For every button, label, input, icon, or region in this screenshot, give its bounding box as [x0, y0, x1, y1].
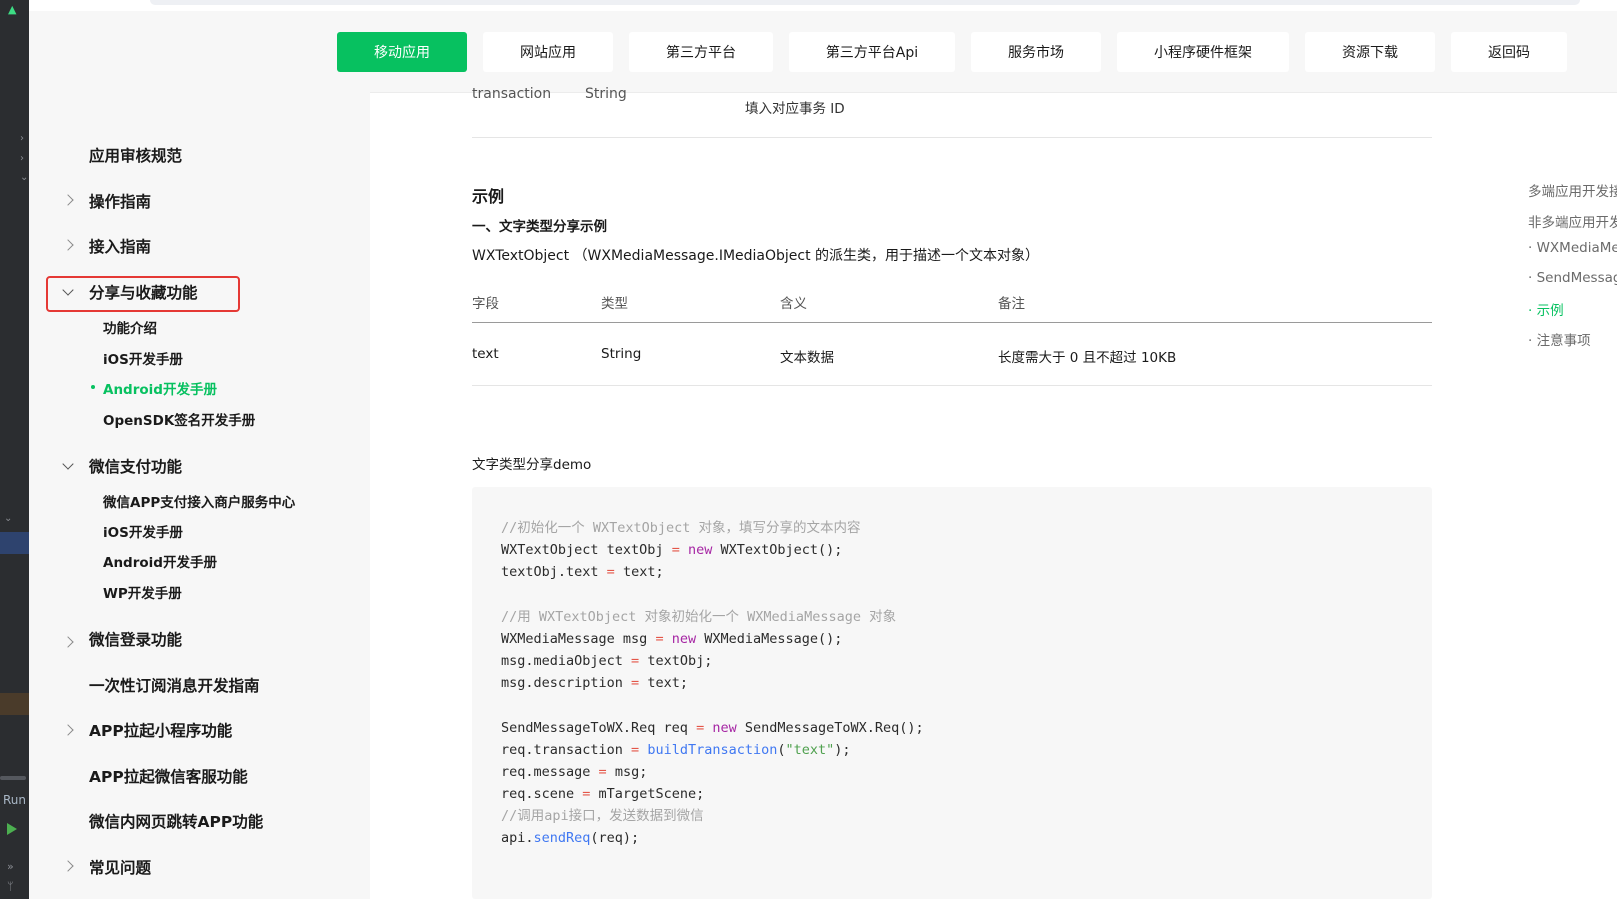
code-line: SendMessageToWX.Req req = new SendMessag…	[501, 720, 924, 736]
sidebar-item-app-review[interactable]: 应用审核规范	[89, 144, 182, 166]
toc-item-example[interactable]: · 示例	[1528, 299, 1564, 319]
table-header-field: 字段	[472, 296, 499, 312]
demo-title: 文字类型分享demo	[472, 457, 592, 473]
nav-service-market[interactable]: 服务市场	[971, 32, 1101, 72]
table-cell-type: String	[601, 346, 642, 362]
toc-item-non-multi-app[interactable]: 非多端应用开发	[1528, 211, 1617, 231]
code-line: msg.mediaObject = textObj;	[501, 653, 713, 669]
sidebar-item-faq[interactable]: 常见问题	[89, 856, 151, 878]
prev-row-type: String	[585, 86, 627, 102]
run-label[interactable]: Run	[3, 793, 26, 807]
sidebar-item-subscribe-message[interactable]: 一次性订阅消息开发指南	[89, 674, 260, 696]
nav-mini-program-hardware[interactable]: 小程序硬件框架	[1117, 32, 1289, 72]
chevron-right-icon[interactable]: ›	[20, 153, 24, 164]
chevron-down-icon[interactable]: ⌄	[20, 172, 28, 183]
android-icon: ▲	[8, 3, 17, 16]
code-comment-1: //初始化一个 WXTextObject 对象，填写分享的文本内容	[501, 517, 861, 539]
toc-item-notes[interactable]: · 注意事项	[1528, 329, 1591, 349]
toc-item-multi-app[interactable]: 多端应用开发接入	[1528, 180, 1617, 200]
chevron-down-icon[interactable]: ⌄	[4, 513, 12, 524]
git-branch-icon[interactable]: ᛘ	[7, 880, 14, 893]
toc-item-sendmessagetowx[interactable]: · SendMessageToWX	[1528, 270, 1617, 286]
table-cell-meaning: 文本数据	[780, 350, 834, 366]
code-comment-text: //初始化一个 WXTextObject 对象，填写分享的文本内容	[501, 520, 861, 536]
address-bar[interactable]	[150, 0, 1580, 5]
code-line: req.transaction = buildTransaction("text…	[501, 742, 851, 758]
table-divider	[472, 137, 1432, 138]
ide-highlight-row	[0, 693, 29, 715]
description-text: WXTextObject （WXMediaMessage.IMediaObjec…	[472, 248, 1040, 264]
code-comment-3: //调用api接口，发送数据到微信	[501, 805, 704, 827]
code-line: req.message = msg;	[501, 764, 648, 780]
table-header-divider	[472, 322, 1432, 323]
subsection-title: 一、文字类型分享示例	[472, 219, 607, 235]
expand-icon[interactable]: »	[7, 860, 14, 873]
table-cell-note: 长度需大于 0 且不超过 10KB	[998, 350, 1177, 366]
section-title: 示例	[472, 187, 505, 206]
ide-selected-row[interactable]	[0, 532, 29, 554]
code-comment-text: //调用api接口，发送数据到微信	[501, 808, 704, 824]
nav-resource-download[interactable]: 资源下载	[1305, 32, 1435, 72]
sidebar-item-launch-mini-program[interactable]: APP拉起小程序功能	[89, 719, 232, 741]
sidebar-item-wechat-pay[interactable]: 微信支付功能	[89, 455, 182, 477]
code-line: WXTextObject textObj = new WXTextObject(…	[501, 542, 843, 558]
sidebar-item-access-guide[interactable]: 接入指南	[89, 235, 151, 257]
code-line: WXMediaMessage msg = new WXMediaMessage(…	[501, 631, 843, 647]
sidebar-subitem-pay-merchant[interactable]: 微信APP支付接入商户服务中心	[103, 491, 295, 511]
nav-return-code[interactable]: 返回码	[1451, 32, 1567, 72]
sidebar-subitem-pay-ios[interactable]: iOS开发手册	[103, 521, 183, 541]
code-line: req.scene = mTargetScene;	[501, 786, 705, 802]
code-line: api.sendReq(req);	[501, 830, 640, 846]
sidebar-subitem-android-manual[interactable]: Android开发手册	[103, 378, 217, 398]
toc-item-wxmediamessage[interactable]: · WXMediaMessage	[1528, 240, 1617, 256]
chevron-right-icon[interactable]: ›	[20, 133, 24, 144]
nav-mobile-app[interactable]: 移动应用	[337, 32, 467, 72]
active-dot-icon	[91, 385, 95, 389]
nav-third-party[interactable]: 第三方平台	[629, 32, 773, 72]
sidebar-item-webpage-jump-app[interactable]: 微信内网页跳转APP功能	[89, 810, 263, 832]
nav-third-party-api[interactable]: 第三方平台Api	[789, 32, 955, 72]
table-header-note: 备注	[998, 296, 1025, 312]
sidebar-item-wechat-login[interactable]: 微信登录功能	[89, 628, 182, 650]
sidebar-subitem-ios-manual[interactable]: iOS开发手册	[103, 348, 183, 368]
prev-row-note: 填入对应事务 ID	[745, 101, 845, 117]
table-header-meaning: 含义	[780, 296, 807, 312]
sidebar-item-customer-service[interactable]: APP拉起微信客服功能	[89, 765, 248, 787]
code-comment-2: //用 WXTextObject 对象初始化一个 WXMediaMessage …	[501, 606, 896, 628]
code-line: textObj.text = text;	[501, 564, 664, 580]
sidebar-item-share-favorite[interactable]: 分享与收藏功能	[89, 281, 198, 303]
sidebar-subitem-feature-intro[interactable]: 功能介绍	[103, 317, 157, 337]
code-line: msg.description = text;	[501, 675, 688, 691]
sidebar-subitem-opensdk-sign[interactable]: OpenSDK签名开发手册	[103, 409, 255, 429]
code-comment-text: //用 WXTextObject 对象初始化一个 WXMediaMessage …	[501, 609, 897, 625]
nav-website-app[interactable]: 网站应用	[483, 32, 613, 72]
table-cell-field: text	[472, 346, 499, 362]
prev-row-field: transaction	[472, 86, 552, 102]
sidebar-item-operation-guide[interactable]: 操作指南	[89, 190, 151, 212]
sidebar-subitem-pay-android[interactable]: Android开发手册	[103, 551, 217, 571]
sidebar-subitem-pay-wp[interactable]: WP开发手册	[103, 582, 182, 602]
table-divider	[472, 385, 1432, 386]
play-icon[interactable]	[7, 823, 17, 835]
table-header-type: 类型	[601, 296, 628, 312]
ide-scrollbar[interactable]	[0, 776, 26, 780]
ide-side-panel: ▲ › › ⌄ ⌄ Run » ᛘ	[0, 0, 29, 899]
